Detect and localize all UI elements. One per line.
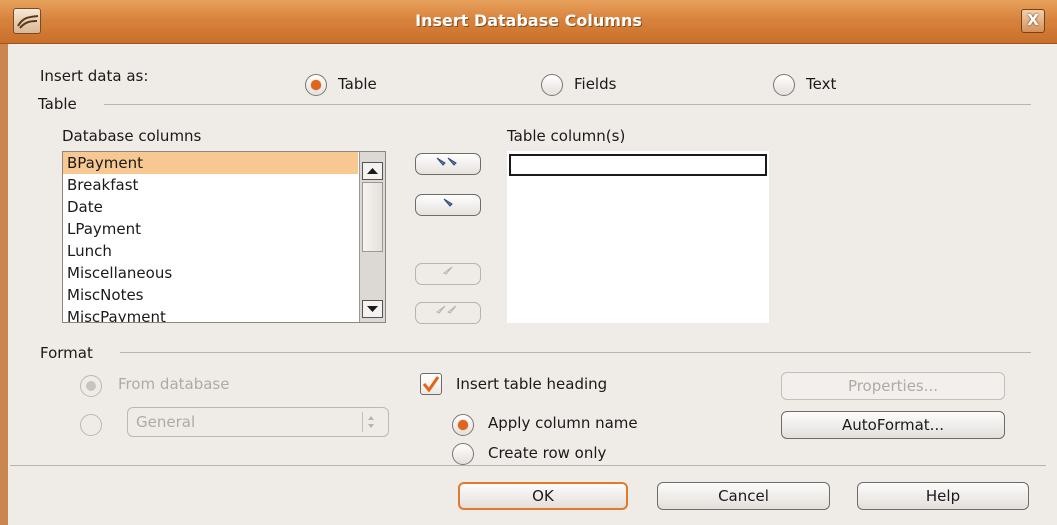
window-title: Insert Database Columns <box>415 11 642 30</box>
checkmark-icon <box>422 376 440 393</box>
radio-create-row-only[interactable] <box>452 443 474 465</box>
table-columns-label: Table column(s) <box>507 127 626 145</box>
scroll-down-button[interactable] <box>362 300 383 318</box>
move-all-right-button[interactable] <box>415 153 481 175</box>
arrow-up-icon <box>367 168 378 174</box>
table-column-focus-entry[interactable] <box>509 154 767 176</box>
radio-format-combo[interactable] <box>80 414 102 436</box>
properties-button[interactable]: Properties... <box>781 372 1005 400</box>
spin-arrows-icon <box>362 412 378 432</box>
autoformat-button[interactable]: AutoFormat... <box>781 411 1005 439</box>
window-frame <box>0 44 8 525</box>
scroll-thumb[interactable] <box>362 182 383 252</box>
format-section-title: Format <box>40 344 93 362</box>
insert-heading-checkbox[interactable] <box>420 373 442 395</box>
radio-from-database[interactable] <box>80 375 102 397</box>
bottom-divider <box>10 465 1046 466</box>
ok-button[interactable]: OK <box>458 482 628 510</box>
move-right-button[interactable] <box>415 194 481 216</box>
double-arrow-left-icon <box>436 305 457 314</box>
close-icon[interactable]: X <box>1021 9 1045 33</box>
arrow-right-icon <box>443 198 453 207</box>
table-columns-list[interactable] <box>507 151 769 323</box>
list-item[interactable]: Breakfast <box>63 174 358 196</box>
format-section-divider <box>120 352 1031 353</box>
radio-table-label[interactable]: Table <box>338 75 377 93</box>
radio-table-text: Table <box>338 75 377 93</box>
radio-fields[interactable] <box>541 74 563 96</box>
from-database-label: From database <box>118 375 230 393</box>
insert-data-as-label: Insert data as: <box>40 67 149 85</box>
cancel-button[interactable]: Cancel <box>657 482 830 510</box>
list-item[interactable]: BPayment <box>63 152 358 174</box>
move-all-left-button[interactable] <box>415 302 481 324</box>
list-item[interactable]: MiscPayment <box>63 306 358 322</box>
table-section-title: Table <box>38 95 77 113</box>
move-left-button[interactable] <box>415 263 481 285</box>
radio-table[interactable] <box>305 74 327 96</box>
database-columns-list[interactable]: BPayment Breakfast Date LPayment Lunch M… <box>62 151 386 323</box>
table-section-divider <box>104 104 1031 105</box>
double-arrow-right-icon <box>436 157 457 166</box>
list-item[interactable]: MiscNotes <box>63 284 358 306</box>
arrow-down-icon <box>367 306 378 312</box>
number-format-combo[interactable]: General <box>127 407 389 437</box>
scroll-up-button[interactable] <box>362 162 383 180</box>
list-item[interactable]: Date <box>63 196 358 218</box>
radio-fields-label[interactable]: Fields <box>574 75 616 93</box>
radio-apply-column-name[interactable] <box>452 414 474 436</box>
list-item[interactable]: Miscellaneous <box>63 262 358 284</box>
create-row-only-label[interactable]: Create row only <box>488 444 606 461</box>
insert-heading-label[interactable]: Insert table heading <box>456 375 607 393</box>
apply-column-name-label[interactable]: Apply column name <box>488 414 638 432</box>
radio-text[interactable] <box>773 74 795 96</box>
number-format-value: General <box>136 413 196 431</box>
database-columns-label: Database columns <box>62 127 202 145</box>
list-scrollbar[interactable] <box>359 152 385 322</box>
list-item[interactable]: Lunch <box>63 240 358 262</box>
arrow-left-icon <box>443 266 453 275</box>
list-item[interactable]: LPayment <box>63 218 358 240</box>
help-button[interactable]: Help <box>857 482 1029 510</box>
radio-text-label[interactable]: Text <box>806 75 836 93</box>
title-bar: Insert Database Columns X <box>0 0 1057 44</box>
